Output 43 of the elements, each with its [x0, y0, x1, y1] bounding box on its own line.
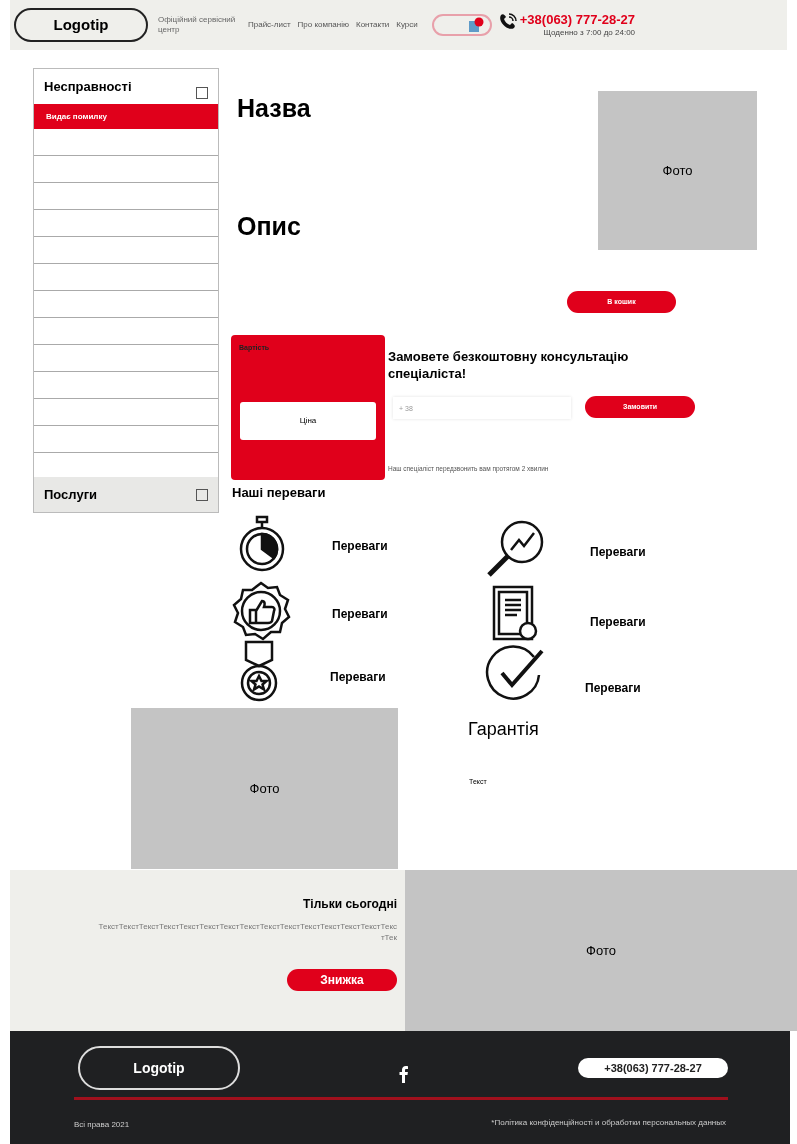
footer-phone[interactable]: +38(063) 777-28-27	[578, 1058, 728, 1078]
expand-checkbox[interactable]	[196, 488, 208, 501]
thumbs-up-badge-icon	[230, 580, 292, 642]
privacy-policy-link[interactable]: *Політика конфіденційності и обработки персональных данных	[491, 1117, 726, 1129]
section-title: Послуги	[44, 485, 98, 504]
nav-link[interactable]: Про компанію	[297, 19, 349, 31]
nav-link[interactable]: Курси	[396, 19, 418, 31]
price-box: Ціна	[240, 401, 376, 440]
advantage-label: Переваги	[332, 606, 388, 623]
sidebar-item[interactable]: Видає помилку	[34, 104, 218, 129]
promo-title: Тільки сьогодні	[303, 896, 397, 913]
discount-button[interactable]: Знижка	[287, 969, 397, 991]
advantage-label: Переваги	[590, 544, 646, 561]
footer-logo[interactable]: Logotip	[78, 1046, 240, 1090]
photo-label: Фото	[249, 779, 280, 798]
phone-icon	[497, 11, 518, 32]
consultation-heading: Замовете безкоштовну консультацію спеціаліста!	[388, 348, 630, 382]
promo-text: ТекстТекстТекстТекстТекстТекстТекстТекстТекстТекстТекстТекстТекстТекстТекстТек	[97, 921, 397, 943]
certificate-icon	[490, 585, 540, 643]
advantage-label: Переваги	[332, 538, 388, 555]
advantage-label: Переваги	[585, 680, 641, 697]
logo[interactable]: Logotip	[14, 8, 148, 42]
guarantee-title: Гарантія	[468, 718, 539, 741]
toggle-icon	[467, 17, 484, 33]
product-description: Опис	[237, 211, 301, 242]
section-title: Несправності	[44, 77, 132, 96]
sidebar-section-header[interactable]: Послуги	[34, 477, 218, 512]
phone-number[interactable]: +38(063) 777-28-27	[519, 11, 636, 27]
advantages-heading: Наші переваги	[232, 484, 326, 502]
nav-link[interactable]: Контакти	[356, 19, 390, 31]
photo-label: Фото	[662, 161, 693, 180]
advantage-label: Переваги	[590, 614, 646, 631]
tagline: Офіційний сервісний центр	[158, 15, 236, 35]
facebook-icon[interactable]	[399, 1066, 408, 1083]
expand-checkbox[interactable]	[196, 86, 208, 99]
product-title: Назва	[237, 93, 311, 124]
copyright: Всі права 2021	[74, 1119, 130, 1131]
advantage-label: Переваги	[330, 669, 386, 686]
photo-label: Фото	[586, 941, 616, 960]
checkmark-circle-icon	[484, 645, 546, 703]
language-switch[interactable]	[431, 14, 492, 36]
working-hours: Щоденно з 7:00 до 24:00	[543, 27, 636, 39]
nav-link[interactable]: Прайс-лист	[248, 19, 291, 31]
